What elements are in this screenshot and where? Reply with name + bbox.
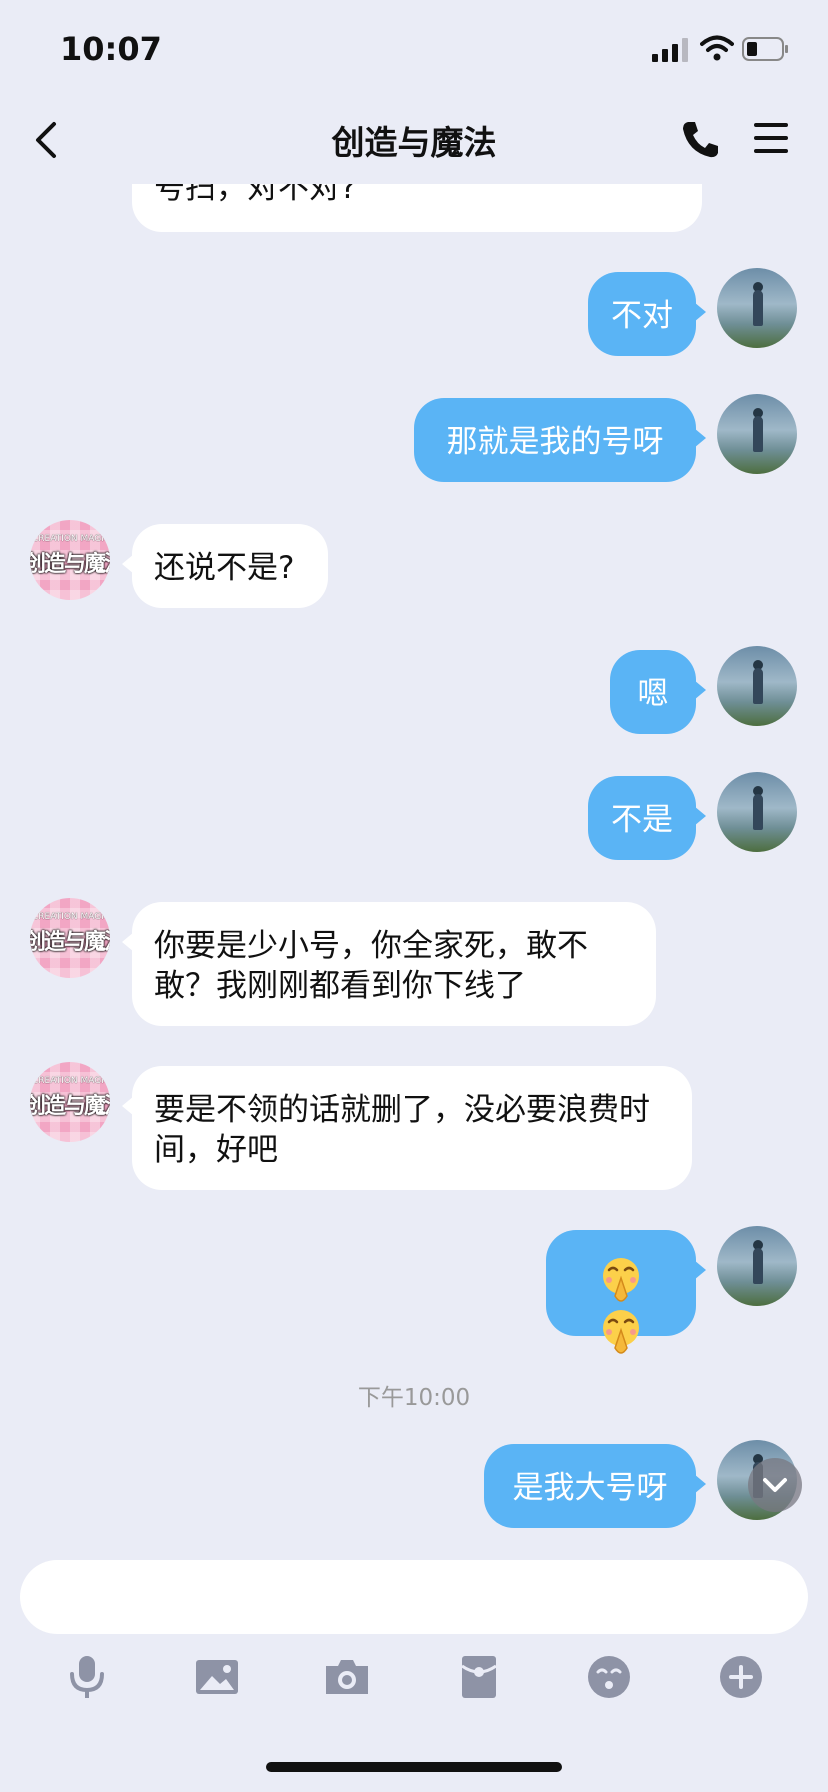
emoji-icon[interactable] (584, 1652, 634, 1702)
wifi-icon (700, 35, 734, 61)
message-text: 是我大号呀 (512, 1470, 668, 1506)
message-bubble-outgoing[interactable]: 那就是我的号呀 (414, 398, 706, 482)
cellular-signal-icon (652, 38, 688, 62)
microphone-icon[interactable] (62, 1652, 112, 1702)
chevron-down-icon (763, 1478, 787, 1492)
message-bubble-outgoing[interactable]: 不对 (588, 272, 706, 356)
pray-emoji-icon (603, 1258, 639, 1302)
plus-icon[interactable] (716, 1652, 766, 1702)
menu-icon[interactable] (752, 120, 790, 156)
message-bubble-outgoing[interactable]: 是我大号呀 (484, 1444, 706, 1528)
user-avatar[interactable] (717, 646, 797, 726)
input-area (0, 1548, 828, 1708)
user-avatar[interactable] (717, 268, 797, 348)
pray-emoji-icon (603, 1310, 639, 1354)
phone-icon[interactable] (680, 118, 720, 160)
message-input[interactable] (20, 1560, 808, 1634)
message-text: 还说不是? (154, 550, 295, 586)
status-bar: 10:07 (0, 0, 828, 96)
contact-avatar[interactable]: CREATION MAGIC 创造与魔法 (30, 1062, 110, 1142)
message-text: 不是 (611, 802, 673, 838)
chat-header: 创造与魔法 (0, 96, 828, 184)
contact-avatar[interactable]: CREATION MAGIC 创造与魔法 (30, 898, 110, 978)
message-text: 不对 (611, 298, 673, 334)
message-text: 那就是我的号呀 (446, 424, 664, 460)
message-bubble-outgoing[interactable]: 不是 (588, 776, 706, 860)
message-text: 嗯 (637, 676, 669, 712)
message-timestamp: 下午10:00 (357, 1385, 471, 1411)
user-avatar[interactable] (717, 394, 797, 474)
user-avatar[interactable] (717, 772, 797, 852)
user-avatar[interactable] (717, 1226, 797, 1306)
contact-avatar[interactable]: CREATION MAGIC 创造与魔法 (30, 520, 110, 600)
message-text: 要是不领的话就删了，没必要浪费时间，好吧 (154, 1092, 650, 1168)
message-list[interactable]: 号扫，对不对? 不对 那就是我的号呀 CREATION MAGIC 创造与魔法 … (0, 130, 828, 1550)
message-bubble-outgoing[interactable] (546, 1230, 706, 1354)
status-time: 10:07 (60, 30, 162, 68)
message-bubble-incoming[interactable]: 你要是少小号，你全家死，敢不敢？我刚刚都看到你下线了 (122, 902, 656, 1026)
battery-icon (742, 37, 788, 61)
scroll-to-bottom-button[interactable] (748, 1458, 802, 1512)
message-bubble-incoming[interactable]: 要是不领的话就删了，没必要浪费时间，好吧 (122, 1066, 692, 1190)
home-indicator[interactable] (266, 1762, 562, 1772)
image-icon[interactable] (192, 1652, 242, 1702)
message-bubble-incoming[interactable]: 还说不是? (122, 524, 328, 608)
message-text: 你要是少小号，你全家死，敢不敢？我刚刚都看到你下线了 (154, 928, 588, 1004)
red-packet-icon[interactable] (454, 1652, 504, 1702)
message-bubble-outgoing[interactable]: 嗯 (610, 650, 706, 734)
camera-icon[interactable] (322, 1652, 372, 1702)
